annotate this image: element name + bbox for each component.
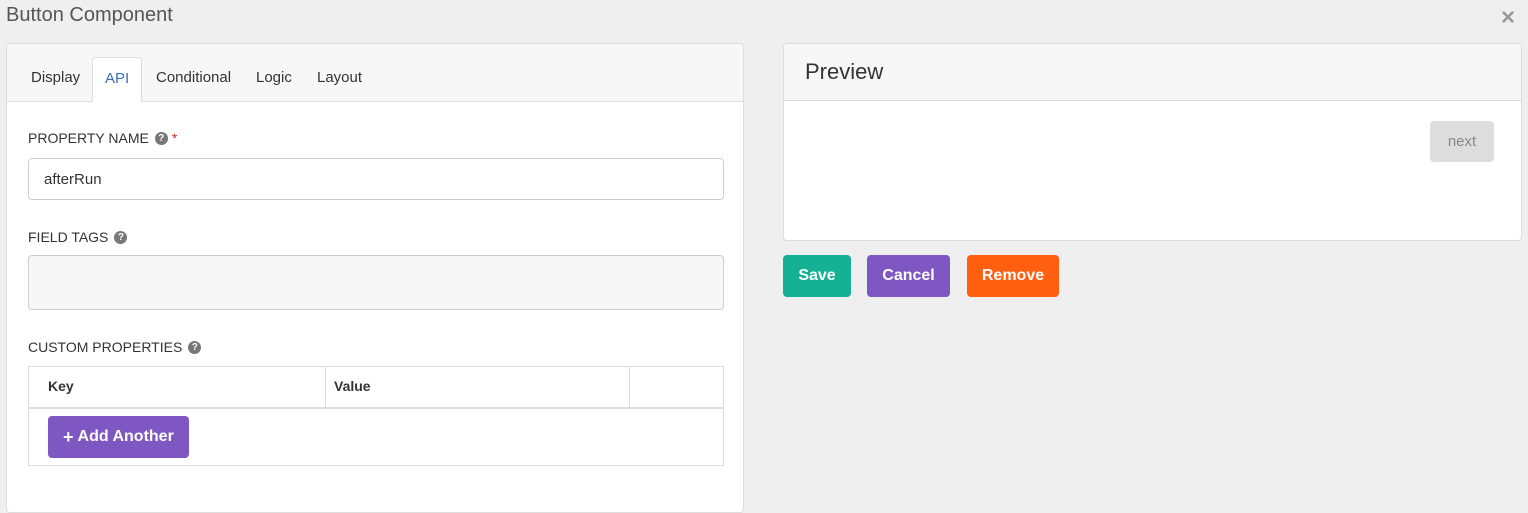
help-icon[interactable]: ? [114, 230, 128, 244]
tab-api[interactable]: API [92, 57, 143, 102]
property-name-label-text: PROPERTY NAME [28, 130, 149, 146]
save-button[interactable]: Save [783, 255, 851, 297]
required-star: * [171, 130, 178, 146]
field-tags-label-text: FIELD TAGS [28, 229, 109, 245]
preview-panel: Preview next [783, 43, 1522, 241]
table-header: Key Value [29, 367, 723, 409]
field-tags-label: FIELD TAGS ? [28, 229, 128, 245]
custom-properties-label: CUSTOM PROPERTIES ? [28, 339, 202, 355]
custom-properties-label-text: CUSTOM PROPERTIES [28, 339, 183, 355]
tab-logic[interactable]: Logic [244, 57, 304, 101]
column-header-value: Value [326, 367, 630, 407]
tab-layout[interactable]: Layout [305, 57, 374, 101]
column-header-actions [630, 367, 723, 407]
remove-button[interactable]: Remove [967, 255, 1059, 297]
tab-display[interactable]: Display [19, 57, 92, 101]
tab-bar: Display API Conditional Logic Layout [7, 44, 743, 102]
help-icon[interactable]: ? [188, 340, 202, 354]
property-name-input[interactable] [28, 158, 724, 200]
close-icon[interactable]: × [1498, 6, 1518, 30]
preview-title: Preview [784, 44, 1521, 101]
column-header-key: Key [29, 367, 326, 407]
add-another-button[interactable]: + Add Another [48, 416, 189, 458]
plus-icon: + [63, 427, 74, 447]
settings-panel: Display API Conditional Logic Layout PRO… [6, 43, 744, 513]
property-name-label: PROPERTY NAME ? * [28, 130, 177, 146]
preview-next-button: next [1430, 121, 1494, 162]
cancel-button[interactable]: Cancel [867, 255, 950, 297]
custom-properties-table: Key Value + Add Another [28, 366, 724, 466]
dialog-title: Button Component [6, 4, 173, 26]
help-icon[interactable]: ? [154, 131, 168, 145]
tab-conditional[interactable]: Conditional [144, 57, 243, 101]
field-tags-input[interactable] [28, 255, 724, 310]
add-another-label: Add Another [77, 428, 174, 445]
